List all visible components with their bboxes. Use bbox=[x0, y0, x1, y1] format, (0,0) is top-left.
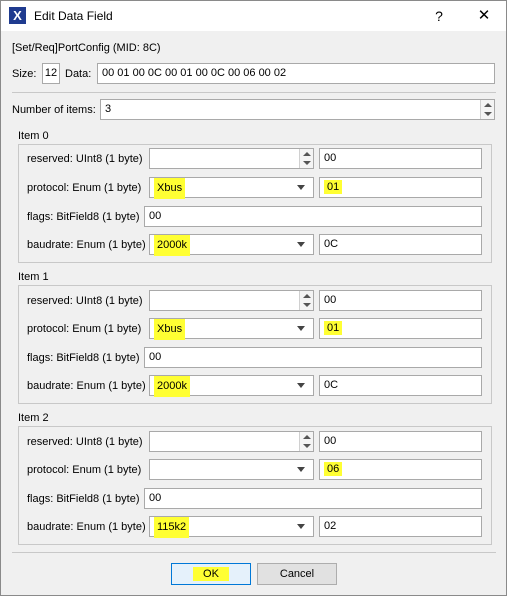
item-0-flags-label: flags: BitField8 (1 byte) bbox=[27, 211, 140, 223]
item-0-baudrate-label: baudrate: Enum (1 byte) bbox=[27, 239, 146, 251]
edit-data-field-dialog: X Edit Data Field ? ✕ [Set/Req]PortConfi… bbox=[0, 0, 507, 596]
item-1-reserved-spinner[interactable] bbox=[149, 290, 314, 311]
item-1-protocol-combo[interactable]: Xbus bbox=[149, 318, 314, 340]
item-2-title: Item 2 bbox=[18, 412, 49, 424]
item-2-protocol-label: protocol: Enum (1 byte) bbox=[27, 464, 142, 476]
number-of-items-label: Number of items: bbox=[12, 104, 96, 116]
separator bbox=[12, 92, 496, 93]
item-2-reserved-label: reserved: UInt8 (1 byte) bbox=[27, 436, 143, 448]
item-1-protocol-hex: 01 bbox=[324, 321, 343, 335]
spinner-arrows[interactable] bbox=[299, 291, 313, 310]
item-0-protocol-hex-field[interactable]: 01 bbox=[319, 177, 482, 198]
item-0-protocol-value: Xbus bbox=[154, 178, 186, 199]
chevron-down-icon[interactable] bbox=[297, 524, 305, 529]
item-2-reserved-hex[interactable]: 00 bbox=[319, 431, 482, 452]
item-0-protocol-hex: 01 bbox=[324, 180, 343, 194]
ok-button-label: OK bbox=[193, 567, 229, 581]
spin-down-arrow-icon[interactable] bbox=[303, 444, 311, 448]
ok-button[interactable]: OK bbox=[171, 563, 251, 585]
spin-up-arrow-icon[interactable] bbox=[303, 435, 311, 439]
item-2-flags-label: flags: BitField8 (1 byte) bbox=[27, 493, 140, 505]
item-2-protocol-hex-field[interactable]: 06 bbox=[319, 459, 482, 480]
item-1-baudrate-label: baudrate: Enum (1 byte) bbox=[27, 380, 146, 392]
chevron-down-icon[interactable] bbox=[297, 467, 305, 472]
item-0-baudrate-combo[interactable]: 2000k bbox=[149, 234, 314, 256]
data-field[interactable]: 00 01 00 0C 00 01 00 0C 00 06 00 02 bbox=[97, 63, 495, 84]
item-1-baudrate-value: 2000k bbox=[154, 376, 190, 397]
spin-down-arrow-icon[interactable] bbox=[303, 161, 311, 165]
spin-up-arrow-icon[interactable] bbox=[303, 294, 311, 298]
cancel-button[interactable]: Cancel bbox=[257, 563, 337, 585]
item-2-protocol-combo[interactable] bbox=[149, 459, 314, 480]
item-1-baudrate-combo[interactable]: 2000k bbox=[149, 375, 314, 397]
item-2-flags-field[interactable]: 00 bbox=[144, 488, 482, 509]
item-0-protocol-combo[interactable]: Xbus bbox=[149, 177, 314, 199]
spin-up-arrow-icon[interactable] bbox=[303, 152, 311, 156]
chevron-down-icon[interactable] bbox=[297, 242, 305, 247]
size-field: 12 bbox=[42, 63, 60, 84]
spinner-arrows[interactable] bbox=[480, 100, 494, 119]
item-2-baudrate-hex[interactable]: 02 bbox=[319, 516, 482, 537]
data-label: Data: bbox=[65, 68, 92, 80]
spin-down-arrow-icon[interactable] bbox=[484, 112, 492, 116]
number-of-items-spinner[interactable]: 3 bbox=[100, 99, 495, 120]
item-2-baudrate-label: baudrate: Enum (1 byte) bbox=[27, 521, 146, 533]
item-0-reserved-spinner[interactable] bbox=[149, 148, 314, 169]
app-logo-icon: X bbox=[9, 7, 26, 24]
chevron-down-icon[interactable] bbox=[297, 326, 305, 331]
item-0-baudrate-hex[interactable]: 0C bbox=[319, 234, 482, 255]
spinner-arrows[interactable] bbox=[299, 432, 313, 451]
item-0-baudrate-value: 2000k bbox=[154, 235, 190, 256]
item-2-baudrate-value: 115k2 bbox=[154, 517, 190, 538]
item-0-flags-field[interactable]: 00 bbox=[144, 206, 482, 227]
spin-up-arrow-icon[interactable] bbox=[484, 103, 492, 107]
item-1-reserved-hex[interactable]: 00 bbox=[319, 290, 482, 311]
item-1-title: Item 1 bbox=[18, 271, 49, 283]
separator bbox=[12, 552, 496, 553]
title-bar: X Edit Data Field ? ✕ bbox=[1, 1, 506, 31]
item-1-reserved-label: reserved: UInt8 (1 byte) bbox=[27, 295, 143, 307]
window-title: Edit Data Field bbox=[34, 9, 113, 23]
item-1-flags-label: flags: BitField8 (1 byte) bbox=[27, 352, 140, 364]
item-0-protocol-label: protocol: Enum (1 byte) bbox=[27, 182, 142, 194]
item-2-protocol-hex: 06 bbox=[324, 462, 343, 476]
size-label: Size: bbox=[12, 68, 37, 80]
help-button[interactable]: ? bbox=[426, 5, 452, 27]
item-0-reserved-label: reserved: UInt8 (1 byte) bbox=[27, 153, 143, 165]
item-0-title: Item 0 bbox=[18, 130, 49, 142]
item-1-flags-field[interactable]: 00 bbox=[144, 347, 482, 368]
close-button[interactable]: ✕ bbox=[469, 5, 499, 27]
item-1-protocol-value: Xbus bbox=[154, 319, 186, 340]
item-1-protocol-label: protocol: Enum (1 byte) bbox=[27, 323, 142, 335]
item-0-reserved-hex[interactable]: 00 bbox=[319, 148, 482, 169]
spin-down-arrow-icon[interactable] bbox=[303, 303, 311, 307]
number-of-items-value: 3 bbox=[105, 103, 112, 115]
chevron-down-icon[interactable] bbox=[297, 185, 305, 190]
message-name: [Set/Req]PortConfig (MID: 8C) bbox=[12, 42, 161, 54]
item-1-protocol-hex-field[interactable]: 01 bbox=[319, 318, 482, 339]
spinner-arrows[interactable] bbox=[299, 149, 313, 168]
item-1-baudrate-hex[interactable]: 0C bbox=[319, 375, 482, 396]
item-2-reserved-spinner[interactable] bbox=[149, 431, 314, 452]
chevron-down-icon[interactable] bbox=[297, 383, 305, 388]
item-2-baudrate-combo[interactable]: 115k2 bbox=[149, 516, 314, 538]
